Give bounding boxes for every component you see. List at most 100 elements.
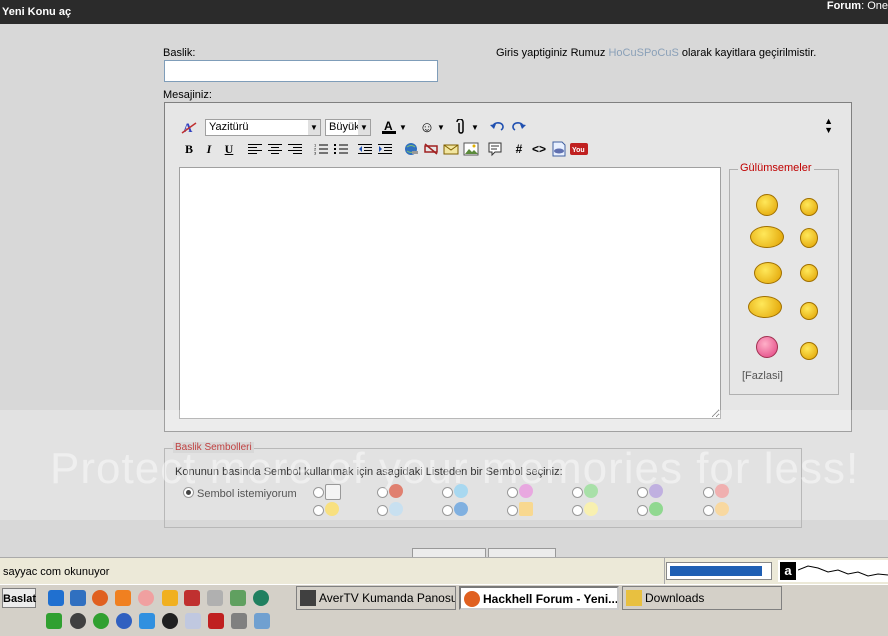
windows-taskbar: Baslat AverTV Kumanda Panosu Hackhell Fo… xyxy=(0,584,888,636)
indent-icon[interactable] xyxy=(375,139,395,159)
smiley-surprised-icon[interactable] xyxy=(800,264,818,282)
document-icon[interactable] xyxy=(185,613,201,629)
warning-icon xyxy=(519,502,533,516)
users-icon[interactable] xyxy=(230,590,246,606)
email-link-icon[interactable] xyxy=(441,139,461,159)
lightbulb-icon xyxy=(584,502,598,516)
task-label: Downloads xyxy=(645,591,705,605)
globe-icon[interactable] xyxy=(253,590,269,606)
task-avertv[interactable]: AverTV Kumanda Panosu xyxy=(296,586,456,610)
italic-icon[interactable]: I xyxy=(199,139,219,159)
symbol-radio[interactable] xyxy=(442,487,453,498)
code-icon[interactable]: <> xyxy=(529,139,549,159)
smilies-more-link[interactable]: [Fazlasi] xyxy=(742,370,783,382)
align-left-icon[interactable] xyxy=(245,139,265,159)
blue-circle-icon[interactable] xyxy=(116,613,132,629)
desktop-icon[interactable] xyxy=(70,590,86,606)
insert-image-icon[interactable] xyxy=(461,139,481,159)
symbol-radio[interactable] xyxy=(507,505,518,516)
messenger-icon[interactable] xyxy=(138,590,154,606)
php-icon[interactable] xyxy=(549,139,569,159)
no-symbol-radio[interactable] xyxy=(183,487,194,498)
smiley-wink-icon[interactable] xyxy=(800,198,818,216)
smiley-shout-icon[interactable] xyxy=(750,226,784,248)
headphones-icon[interactable] xyxy=(70,613,86,629)
task-hackhell-forum[interactable]: Hackhell Forum - Yeni... xyxy=(459,586,619,610)
symbol-radio[interactable] xyxy=(637,487,648,498)
subject-input[interactable] xyxy=(164,60,438,82)
symbol-radio[interactable] xyxy=(313,505,324,516)
outdent-icon[interactable] xyxy=(355,139,375,159)
firefox-icon[interactable] xyxy=(92,590,108,606)
smiley-icon[interactable]: ☺ xyxy=(417,117,437,137)
up-arrow-icon[interactable] xyxy=(139,613,155,629)
question-icon xyxy=(454,502,468,516)
thumbs-down-icon xyxy=(389,484,403,498)
drive-icon[interactable] xyxy=(207,590,223,606)
green-circle-icon[interactable] xyxy=(93,613,109,629)
redo-icon[interactable] xyxy=(509,117,529,137)
login-nick[interactable]: HoCuSPoCuS xyxy=(608,47,678,59)
winamp-icon[interactable] xyxy=(115,590,131,606)
quote-icon[interactable] xyxy=(485,139,505,159)
symbol-radio[interactable] xyxy=(703,487,714,498)
tools-icon[interactable] xyxy=(254,613,270,629)
resize-toggle-icon[interactable]: ▲ ▼ xyxy=(824,117,833,135)
align-center-icon[interactable] xyxy=(265,139,285,159)
symbol-radio[interactable] xyxy=(377,505,388,516)
align-right-icon[interactable] xyxy=(285,139,305,159)
hash-icon[interactable]: # xyxy=(509,139,529,159)
font-select[interactable]: Yazitürü ▼ xyxy=(205,118,321,136)
page-title: Yeni Konu aç xyxy=(2,6,72,18)
av-icon[interactable]: a xyxy=(780,562,796,580)
remove-link-icon[interactable] xyxy=(421,139,441,159)
symbol-radio[interactable] xyxy=(637,505,648,516)
attachment-icon[interactable] xyxy=(451,117,471,137)
underline-icon[interactable]: U xyxy=(219,139,239,159)
insert-link-icon[interactable] xyxy=(401,139,421,159)
svg-text:3: 3 xyxy=(314,151,317,156)
smiley-cool-icon[interactable] xyxy=(800,342,818,360)
utorrent-icon[interactable] xyxy=(46,613,62,629)
symbol-radio[interactable] xyxy=(377,487,388,498)
sad-icon xyxy=(649,484,663,498)
smiley-laugh-icon[interactable] xyxy=(756,194,778,216)
symbol-radio[interactable] xyxy=(442,505,453,516)
start-button[interactable]: Baslat xyxy=(2,588,36,608)
text-color-icon[interactable]: A xyxy=(379,117,399,137)
chevron-down-icon[interactable]: ▼ xyxy=(471,123,481,132)
smiley-angel-icon[interactable] xyxy=(800,302,818,320)
remove-format-icon[interactable]: A xyxy=(179,117,199,137)
symbol-radio[interactable] xyxy=(507,487,518,498)
bold-icon[interactable]: B xyxy=(179,139,199,159)
ordered-list-icon[interactable]: 123 xyxy=(311,139,331,159)
unordered-list-icon[interactable] xyxy=(331,139,351,159)
message-textarea[interactable] xyxy=(179,167,721,419)
smiley-dance-icon[interactable] xyxy=(754,262,782,284)
smilies-panel: Gülümsemeler [Fazlasi] xyxy=(729,162,839,395)
size-select[interactable]: Büyük ▼ xyxy=(325,118,371,136)
soccer-ball-icon[interactable] xyxy=(162,613,178,629)
ie-icon[interactable] xyxy=(48,590,64,606)
symbol-radio[interactable] xyxy=(703,505,714,516)
symbol-radio[interactable] xyxy=(572,505,583,516)
abc-icon[interactable] xyxy=(184,590,200,606)
forum-value[interactable]: : One xyxy=(861,0,888,12)
font-select-value: Yazitürü xyxy=(209,120,249,133)
media-player-icon[interactable] xyxy=(162,590,178,606)
undo-icon[interactable] xyxy=(487,117,507,137)
smiley-shoot-icon[interactable] xyxy=(748,296,782,318)
firefox-icon xyxy=(464,591,480,607)
status-text: sayyac com okunuyor xyxy=(3,566,110,578)
smiley-scared-icon[interactable] xyxy=(800,228,818,248)
filezilla-icon[interactable] xyxy=(208,613,224,629)
task-downloads[interactable]: Downloads xyxy=(622,586,782,610)
symbol-radio[interactable] xyxy=(572,487,583,498)
symbol-radio[interactable] xyxy=(313,487,324,498)
network-icon[interactable] xyxy=(231,613,247,629)
browser-statusbar: sayyac com okunuyor a xyxy=(0,557,888,585)
smiley-love-icon[interactable] xyxy=(756,336,778,358)
chevron-down-icon[interactable]: ▼ xyxy=(399,123,409,132)
chevron-down-icon[interactable]: ▼ xyxy=(437,123,447,132)
youtube-icon[interactable]: You xyxy=(569,139,589,159)
